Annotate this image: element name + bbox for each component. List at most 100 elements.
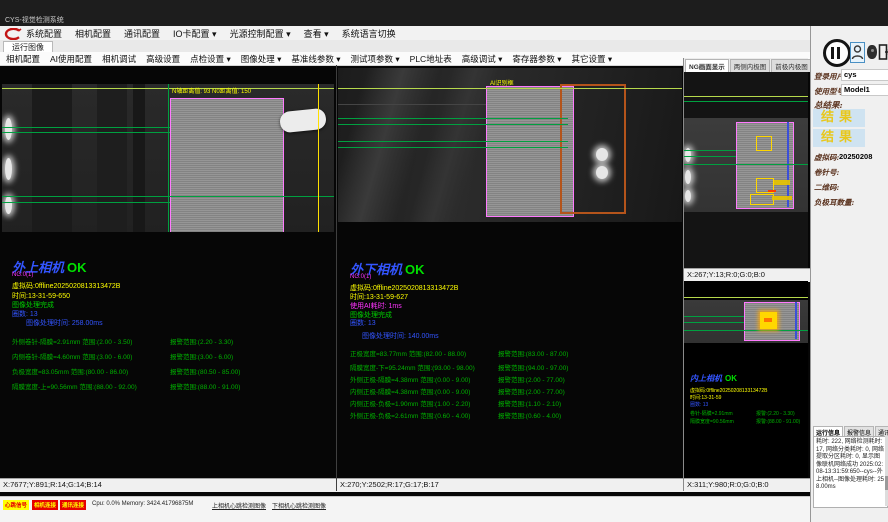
camera-image-left[interactable]: N轴距离值: 93 N0距离值: 150: [2, 84, 334, 232]
exit-door-icon: [878, 43, 888, 62]
alarm-range-text: 报警:(88.00 - 91.00): [756, 418, 800, 425]
measurement-row: 隔膜宽度=90.56mm 报警:(88.00 - 91.00): [690, 418, 806, 425]
toolbar-ai-usage-config[interactable]: AI使用配置: [50, 53, 92, 65]
measurement-row: 内侧正极-负极=1.90mm 范围:(1.00 - 2.20) 报警范围:(1.1…: [350, 398, 680, 408]
menu-system-config[interactable]: 系统配置: [26, 27, 62, 40]
measurement-row: 隔膜宽度-下=95.24mm 范围:(93.00 - 98.00) 报警范围:(9…: [350, 362, 680, 372]
exit-button[interactable]: [877, 42, 888, 63]
menu-comm-config[interactable]: 通讯配置: [124, 27, 160, 40]
comm-connection-badge: 通讯连接: [60, 500, 86, 510]
toolbar-baseline-params[interactable]: 基准线参数 ▾: [291, 53, 340, 65]
highlight-blob: [685, 190, 691, 202]
measurement-text: 隔膜宽度=90.56mm: [690, 419, 734, 425]
measurement-text: 卷针-隔膜=2.91mm: [690, 411, 733, 417]
machine-structure: [97, 84, 127, 232]
coords-bar-mini-1: X:267;Y:13;R:0;G:0;B:0: [684, 268, 811, 282]
camera-image-center[interactable]: AI识别框: [338, 68, 682, 222]
measure-line: [338, 147, 568, 148]
tab-inner-pole-1[interactable]: 两侧内极图: [730, 59, 771, 72]
result-box-1: 结果: [813, 109, 865, 127]
menu-language-switch[interactable]: 系统语言切换: [342, 27, 396, 40]
measurement-text: 外侧卷针-隔膜=2.91mm 范围:(2.00 - 3.50): [12, 339, 132, 346]
alarm-range-text: 报警范围:(1.10 - 2.10): [498, 398, 561, 408]
mini-view-1[interactable]: [684, 72, 808, 268]
result-box-2: 结果: [813, 129, 865, 147]
menu-camera-config[interactable]: 相机配置: [75, 27, 111, 40]
negative-tab-count-label: 负极耳数量:: [814, 197, 854, 208]
measurement-row: 外侧正极-负极=2.61mm 范围:(0.60 - 4.00)报警范围:(0.6…: [350, 410, 680, 420]
alarm-range-text: 报警范围:(83.00 - 87.00): [498, 348, 568, 358]
alarm-range-text: 报警范围:(0.60 - 4.00): [498, 410, 561, 420]
time-text: 时间:13-31-59: [690, 394, 721, 401]
toolbar-camera-debug[interactable]: 相机调试: [102, 53, 136, 65]
virtual-code-label: 虚拟码:: [814, 152, 839, 163]
cpu-memory-text: Cpu: 0.0% Memory: 3424.41796875M: [92, 501, 193, 507]
highlight-blob: [5, 196, 12, 214]
measure-line: [684, 150, 736, 151]
mini-view-tabs: NG画面显示 两侧内极图 前极内极图: [684, 58, 808, 73]
alarm-range-text: 报警范围:(94.00 - 97.00): [498, 362, 568, 372]
highlight-blob: [596, 148, 608, 161]
coords-bar-center: X:270;Y:2502;R:17;G:17;B:17: [337, 478, 685, 492]
toolbar-register-params[interactable]: 寄存器参数 ▾: [512, 53, 561, 65]
qrcode-label: 二维码:: [814, 182, 839, 193]
loop-count-text: 圈数: 13: [690, 401, 708, 408]
alarm-range-text: 报警范围:(2.20 - 3.30): [170, 336, 233, 346]
toolbar-advanced-debug[interactable]: 高级调试 ▾: [462, 53, 503, 65]
menu-view[interactable]: 查看 ▾: [304, 27, 329, 40]
highlight-blob: [5, 158, 12, 180]
measurement-text: 负极宽度=83.05mm 范围:(80.00 - 86.00): [12, 369, 128, 376]
model-field[interactable]: Model1: [841, 84, 888, 96]
measure-line: [684, 101, 808, 102]
coords-bar-mini-2: X:311;Y:980;R:0;G:0;B:0: [684, 478, 811, 492]
alarm-range-text: 报警范围:(2.00 - 77.00): [498, 386, 565, 396]
user-button[interactable]: [850, 42, 865, 63]
lower-camera-heartbeat-link[interactable]: 下相机心跳检测图像: [272, 501, 326, 510]
tab-ng-display[interactable]: NG画面显示: [685, 59, 729, 72]
mini-view-2[interactable]: 内上相机OK 虚拟码:0ffline2025020813313472B 时间:1…: [684, 281, 808, 478]
app-status-bar: 心跳信号 相机连接 通讯连接 Cpu: 0.0% Memory: 3424.41…: [0, 496, 810, 522]
cursor-line-vertical: [318, 84, 319, 232]
toolbar-plc-address-table[interactable]: PLC地址表: [410, 53, 452, 65]
barcode-text: 虚拟码:0ffline2025020813313472B: [690, 387, 767, 394]
measure-line: [684, 164, 808, 165]
measurement-row: 外侧正极-隔膜=4.38mm 范围:(0.00 - 9.00)报警范围:(2.0…: [350, 374, 680, 384]
log-text-area[interactable]: 耗时: 222, 网络检测耗时: 17, 网络分类耗时: 0, 网络提取分区耗时…: [813, 436, 888, 508]
result-ok-text: OK: [67, 260, 87, 275]
measure-line: [2, 127, 170, 128]
measure-line: [338, 118, 568, 119]
toolbar-camera-config[interactable]: 相机配置: [6, 53, 40, 65]
upper-camera-heartbeat-link[interactable]: 上相机心跳检测图像: [212, 501, 266, 510]
machine-edge: [338, 104, 488, 105]
tab-inner-pole-2[interactable]: 前极内极图: [771, 59, 812, 72]
measurement-text: 内侧正极-负极=1.90mm 范围:(1.00 - 2.20): [350, 401, 470, 408]
roller-arm: [279, 108, 327, 134]
toolbar-advanced-settings[interactable]: 高级设置: [146, 53, 180, 65]
pause-icon: [831, 47, 834, 59]
highlight-blob: [596, 166, 608, 179]
measurement-text: 外侧正极-隔膜=4.38mm 范围:(0.00 - 9.00): [350, 377, 470, 384]
winding-needle-label: 卷针号:: [814, 167, 839, 178]
measurement-text: 隔膜宽度-上=90.56mm 范围:(88.00 - 92.00): [12, 384, 137, 391]
measurement-row: 内侧正极-隔膜=4.38mm 范围:(0.00 - 9.00)报警范围:(2.0…: [350, 386, 680, 396]
alarm-range-text: 报警范围:(80.50 - 85.00): [170, 366, 240, 376]
login-user-field[interactable]: cys: [841, 69, 888, 81]
reference-line: [684, 297, 808, 298]
toolbar-other-settings[interactable]: 其它设置 ▾: [571, 53, 612, 65]
reference-line: [684, 96, 808, 97]
right-panel: 登录用户: cys 使用型号: Model1 总结果: 结果 结果 虚拟码: 2…: [810, 26, 888, 522]
image-band: [684, 300, 808, 343]
pause-button[interactable]: [823, 39, 851, 67]
process-time-text: 图像处理时间: 258.00ms: [26, 318, 103, 328]
distance-annotation: N轴距离值: 93 N0距离值: 150: [172, 86, 251, 95]
toolbar-image-processing[interactable]: 图像处理 ▾: [241, 53, 282, 65]
menu-io-card-config[interactable]: IO卡配置 ▾: [173, 27, 217, 40]
toolbar-spot-check[interactable]: 点检设置 ▾: [190, 53, 231, 65]
menu-items: 系统配置 相机配置 通讯配置 IO卡配置 ▾ 光源控制配置 ▾ 查看 ▾ 系统语…: [26, 26, 396, 40]
coords-bar-left: X:7677;Y:891;R:14;G:14;B:14: [0, 478, 339, 492]
menu-light-control-config[interactable]: 光源控制配置 ▾: [230, 27, 291, 40]
machine-structure: [133, 84, 145, 232]
toolbar-test-item-params[interactable]: 测试项参数 ▾: [351, 53, 400, 65]
highlight-blob: [685, 170, 691, 184]
measurement-text: 隔膜宽度-下=95.24mm 范围:(93.00 - 98.00): [350, 365, 475, 372]
